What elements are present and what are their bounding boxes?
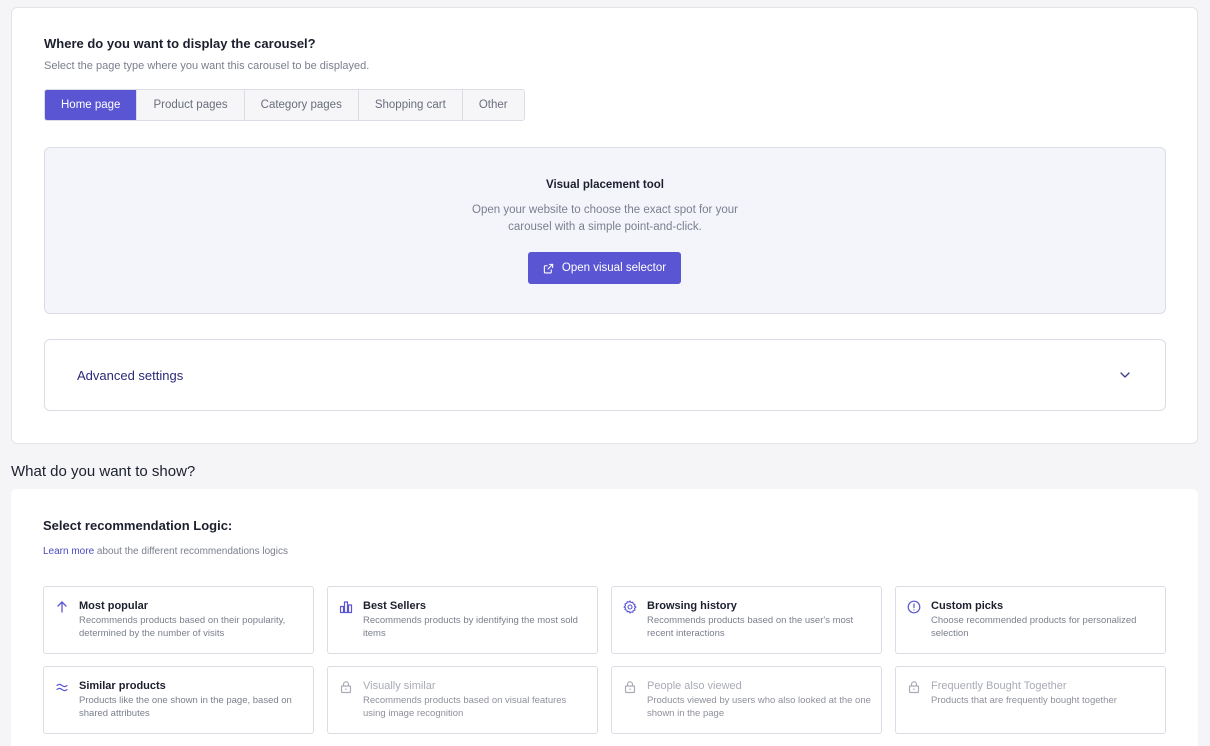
logic-desc-text: Products that are frequently bought toge… (931, 695, 1117, 706)
placement-title: Where do you want to display the carouse… (44, 36, 316, 51)
open-visual-selector-label: Open visual selector (561, 262, 667, 274)
logic-title-text: Custom picks (931, 600, 1004, 612)
logic-best-sellers[interactable]: Best Sellers Recommends products by iden… (327, 586, 598, 654)
recommendation-card: Select recommendation Logic: Learn more … (11, 489, 1198, 746)
logic-title-text: Browsing history (647, 600, 737, 612)
bar-chart-icon (339, 601, 353, 614)
approx-icon (56, 683, 68, 692)
placement-card: Where do you want to display the carouse… (11, 7, 1198, 444)
visual-tool-description: Open your website to choose the exact sp… (45, 202, 1165, 236)
visual-tool-desc-line2: carousel with a simple point-and-click. (508, 221, 702, 233)
logic-title-text: Visually similar (363, 680, 436, 692)
logic-similar-products[interactable]: Similar products Products like the one s… (43, 666, 314, 734)
arrow-up-icon (57, 601, 67, 613)
logic-title-text: Similar products (79, 680, 166, 692)
lock-icon (624, 681, 636, 694)
learn-more-link[interactable]: Learn more (43, 546, 94, 557)
alert-circle-icon (907, 600, 921, 614)
chevron-down-icon (1120, 372, 1130, 378)
logic-desc-text: Recommends products based on visual feat… (363, 695, 567, 719)
page-type-tabs: Home page Product pages Category pages S… (44, 89, 525, 121)
logic-visually-similar[interactable]: Visually similar Recommends products bas… (327, 666, 598, 734)
tab-category-pages[interactable]: Category pages (244, 90, 359, 120)
lock-icon (340, 681, 352, 694)
tab-shopping-cart[interactable]: Shopping cart (358, 90, 463, 120)
gear-icon (623, 600, 637, 614)
logic-frequently-bought-together[interactable]: Frequently Bought Together Products that… (895, 666, 1166, 734)
visual-tool-desc-line1: Open your website to choose the exact sp… (472, 204, 738, 216)
logic-desc-text: Choose recommended products for personal… (931, 615, 1137, 639)
logic-desc-text: Recommends products based on their popul… (79, 615, 286, 639)
logic-desc-text: Products like the one shown in the page,… (79, 695, 292, 719)
logic-most-popular[interactable]: Most popular Recommends products based o… (43, 586, 314, 654)
logic-custom-picks[interactable]: Custom picks Choose recommended products… (895, 586, 1166, 654)
logic-desc-text: Products viewed by users who also looked… (647, 695, 871, 719)
learn-more-text: about the different recommendations logi… (94, 546, 288, 557)
lock-icon (908, 681, 920, 694)
logic-title: Select recommendation Logic: (43, 518, 233, 533)
logic-title-text: Frequently Bought Together (931, 680, 1067, 692)
external-link-icon (543, 263, 554, 273)
visual-placement-panel: Visual placement tool Open your website … (44, 147, 1166, 314)
open-visual-selector-button[interactable]: Open visual selector (528, 252, 681, 284)
visual-tool-title: Visual placement tool (545, 179, 664, 191)
logic-people-also-viewed[interactable]: People also viewed Products viewed by us… (611, 666, 882, 734)
advanced-settings-toggle[interactable]: Advanced settings (44, 339, 1166, 411)
logic-browsing-history[interactable]: Browsing history Recommends products bas… (611, 586, 882, 654)
logic-title-text: People also viewed (647, 680, 742, 692)
logic-desc-text: Recommends products based on the user's … (647, 615, 854, 639)
logic-title-text: Best Sellers (363, 600, 426, 612)
tab-product-pages[interactable]: Product pages (137, 90, 245, 120)
placement-subtitle: Select the page type where you want this… (44, 60, 370, 72)
learn-more-line: Learn more about the different recommend… (43, 546, 288, 557)
logic-title-text: Most popular (79, 600, 149, 612)
logic-desc-text: Recommends products by identifying the m… (363, 615, 578, 639)
tab-home-page[interactable]: Home page (45, 90, 138, 120)
advanced-settings-label: Advanced settings (77, 368, 184, 383)
show-section-title: What do you want to show? (11, 463, 196, 480)
tab-other[interactable]: Other (462, 90, 524, 120)
